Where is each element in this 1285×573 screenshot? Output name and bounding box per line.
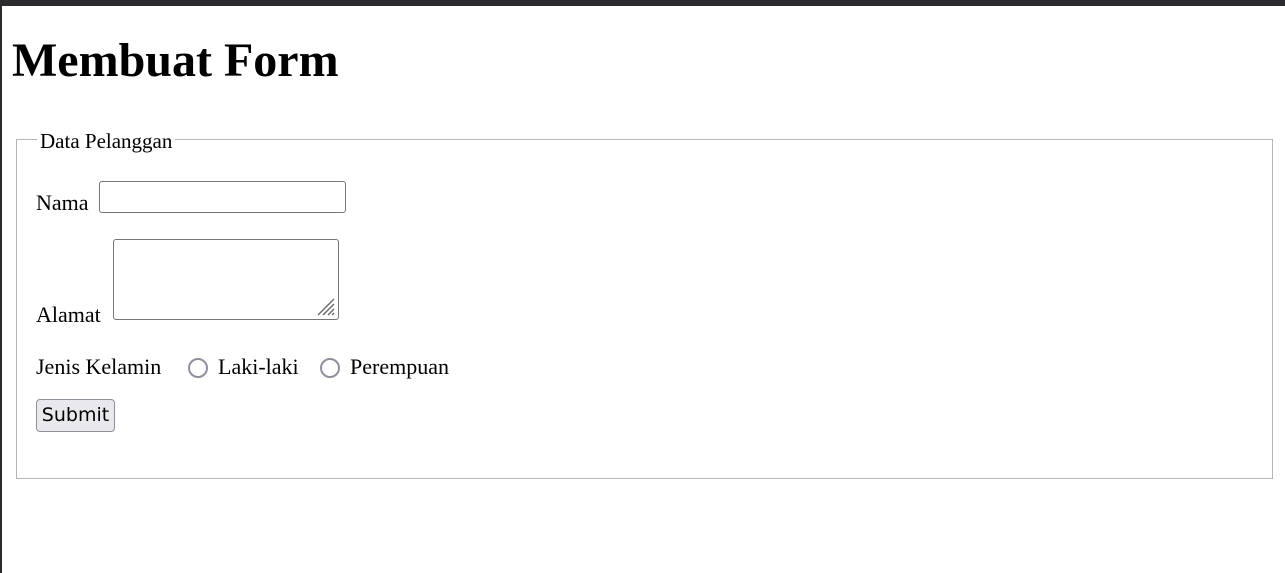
jenis-kelamin-label: Jenis Kelamin bbox=[36, 354, 162, 379]
submit-button[interactable]: Submit bbox=[36, 399, 115, 432]
radio-laki-laki[interactable] bbox=[188, 358, 208, 378]
page-title: Membuat Form bbox=[12, 34, 339, 87]
nama-input[interactable] bbox=[99, 181, 346, 213]
alamat-label: Alamat bbox=[36, 302, 101, 327]
resize-grip-icon[interactable] bbox=[313, 294, 335, 316]
radio-laki-laki-label[interactable]: Laki-laki bbox=[218, 354, 299, 380]
radio-perempuan-label[interactable]: Perempuan bbox=[350, 354, 449, 380]
nama-label: Nama bbox=[36, 190, 89, 215]
alamat-textarea[interactable] bbox=[113, 239, 339, 320]
fieldset-legend: Data Pelanggan bbox=[37, 128, 176, 154]
radio-perempuan[interactable] bbox=[320, 358, 340, 378]
